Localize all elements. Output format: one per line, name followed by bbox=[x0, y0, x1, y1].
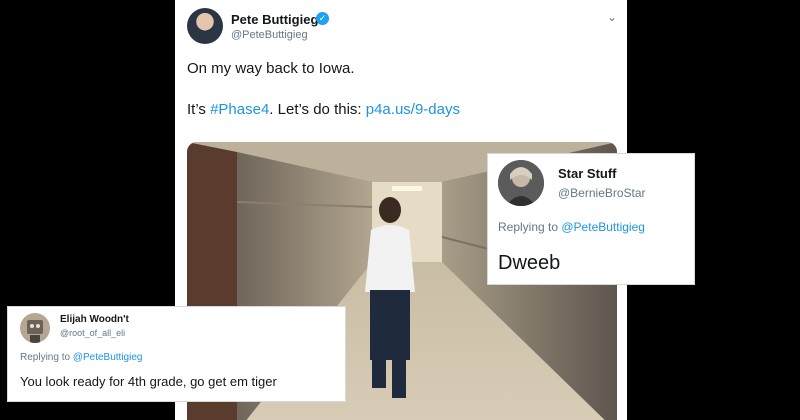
tweet-text-line-1: On my way back to Iowa. bbox=[187, 60, 355, 77]
tweet-text-mid: . Let’s do this: bbox=[269, 101, 366, 118]
hashtag-link[interactable]: #Phase4 bbox=[210, 101, 269, 118]
reply-card-star-stuff: Star Stuff @BernieBroStar Replying to @P… bbox=[487, 153, 695, 285]
replying-to: Replying to @PeteButtigieg bbox=[20, 352, 142, 363]
mention-link[interactable]: @PeteButtigieg bbox=[73, 352, 143, 363]
replying-to: Replying to @PeteButtigieg bbox=[498, 220, 645, 234]
replying-prefix: Replying to bbox=[498, 220, 562, 234]
author-name[interactable]: Pete Buttigieg bbox=[231, 12, 318, 27]
verified-badge-icon: ✓ bbox=[316, 12, 329, 25]
url-link[interactable]: p4a.us/9-days bbox=[366, 101, 460, 118]
author-handle[interactable]: @PeteButtigieg bbox=[231, 29, 308, 41]
tweet-text-line-2: It’s #Phase4. Let’s do this: p4a.us/9-da… bbox=[187, 101, 460, 118]
chevron-down-icon[interactable]: ⌄ bbox=[607, 10, 617, 24]
reply-text: You look ready for 4th grade, go get em … bbox=[20, 374, 277, 389]
avatar[interactable] bbox=[498, 160, 544, 206]
mention-link[interactable]: @PeteButtigieg bbox=[561, 220, 645, 234]
replying-prefix: Replying to bbox=[20, 352, 73, 363]
avatar[interactable] bbox=[20, 313, 50, 343]
author-name[interactable]: Elijah Woodn't bbox=[60, 314, 129, 325]
avatar[interactable] bbox=[187, 8, 223, 44]
reply-card-elijah: Elijah Woodn't @root_of_all_eli Replying… bbox=[7, 306, 346, 402]
avatar-image bbox=[498, 160, 544, 206]
author-handle[interactable]: @BernieBroStar bbox=[558, 186, 646, 200]
avatar-image bbox=[20, 313, 50, 343]
author-handle[interactable]: @root_of_all_eli bbox=[60, 328, 125, 338]
author-name[interactable]: Star Stuff bbox=[558, 166, 617, 181]
tweet-text-prefix: It’s bbox=[187, 101, 211, 118]
reply-text: Dweeb bbox=[498, 252, 561, 274]
